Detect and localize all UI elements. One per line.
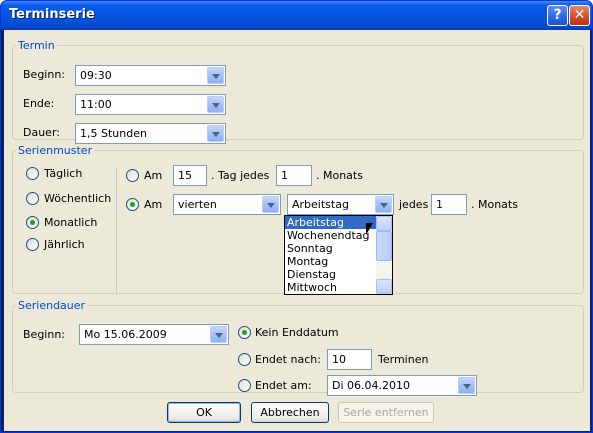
scroll-up-button[interactable] <box>376 216 392 231</box>
close-button[interactable]: ✕ <box>569 5 590 26</box>
woechentlich-label[interactable]: Wöchentlich <box>44 192 111 205</box>
window-title: Terminserie <box>9 7 95 22</box>
endet-nach-input[interactable]: 10 <box>327 349 372 370</box>
dropdown-scrollbar[interactable] <box>376 216 392 294</box>
beginn-label: Beginn: <box>23 68 66 81</box>
remove-series-button[interactable]: Serie entfernen <box>338 402 434 423</box>
seriendauer-group: Seriendauer Beginn: Mo 15.06.2009 Kein E… <box>12 299 584 396</box>
seriendauer-legend: Seriendauer <box>18 299 86 312</box>
months-interval-value-1: 1 <box>281 169 288 182</box>
termin-group: Termin Beginn: 09:30 Ende: 11:00 Dauer: … <box>12 39 584 144</box>
chevron-down-icon[interactable] <box>262 196 279 213</box>
monatlich-label[interactable]: Monatlich <box>44 216 97 229</box>
close-icon: ✕ <box>573 7 586 23</box>
ordinal-combo[interactable]: vierten <box>173 194 281 215</box>
dauer-label: Dauer: <box>23 126 60 139</box>
months-interval-value-2: 1 <box>436 198 443 211</box>
endet-nach-radio[interactable] <box>238 353 251 366</box>
dialog-content: Termin Beginn: 09:30 Ende: 11:00 Dauer: … <box>4 30 590 431</box>
day-of-month-value: 15 <box>178 169 192 182</box>
woechentlich-radio[interactable] <box>26 192 39 205</box>
am-day-radio[interactable] <box>126 169 139 182</box>
question-icon: ? <box>553 7 562 23</box>
dropdown-item[interactable]: Sonntag <box>285 242 377 255</box>
serie-beginn-value: Mo 15.06.2009 <box>84 328 167 341</box>
am-day-label[interactable]: Am <box>144 169 162 182</box>
kein-enddatum-label[interactable]: Kein Enddatum <box>255 326 339 339</box>
mouse-pointer-icon <box>366 223 373 235</box>
cancel-button[interactable]: Abbrechen <box>251 402 329 423</box>
serie-beginn-combo[interactable]: Mo 15.06.2009 <box>79 324 229 345</box>
dauer-value: 1,5 Stunden <box>80 127 147 140</box>
tag-jedes-label: . Tag jedes <box>211 169 270 182</box>
monats-label-2: . Monats <box>471 198 518 211</box>
dropdown-item[interactable]: Montag <box>285 255 377 268</box>
am-weekday-label[interactable]: Am <box>144 198 162 211</box>
endet-am-radio[interactable] <box>238 379 251 392</box>
dropdown-item[interactable]: Arbeitstag <box>285 216 377 229</box>
chevron-down-icon[interactable] <box>375 196 392 213</box>
months-interval-input-1[interactable]: 1 <box>276 165 312 186</box>
ordinal-value: vierten <box>178 198 217 211</box>
am-weekday-radio[interactable] <box>126 198 139 211</box>
monats-label-1: . Monats <box>316 169 363 182</box>
chevron-down-icon[interactable] <box>207 67 224 84</box>
termin-legend: Termin <box>18 39 55 52</box>
pattern-divider <box>116 167 117 295</box>
serie-beginn-label: Beginn: <box>23 328 66 341</box>
dropdown-item[interactable]: Wochenendtag <box>285 229 377 242</box>
title-bar[interactable]: Terminserie ? ✕ <box>1 1 592 30</box>
ende-time-value: 11:00 <box>80 98 112 111</box>
scroll-down-button[interactable] <box>376 279 392 294</box>
dropdown-item[interactable]: Dienstag <box>285 268 377 281</box>
daytype-value: Arbeitstag <box>292 198 349 211</box>
dropdown-item[interactable]: Mittwoch <box>285 281 377 294</box>
scrollbar-thumb[interactable] <box>376 231 392 261</box>
chevron-down-icon[interactable] <box>210 326 227 343</box>
ok-button[interactable]: OK <box>167 402 241 423</box>
endet-am-combo[interactable]: Di 06.04.2010 <box>327 375 477 396</box>
daytype-dropdown-list[interactable]: Arbeitstag Wochenendtag Sonntag Montag D… <box>284 215 393 295</box>
jaehrlich-radio[interactable] <box>26 238 39 251</box>
beginn-time-value: 09:30 <box>80 69 112 82</box>
taeglich-radio[interactable] <box>26 167 39 180</box>
dauer-combo[interactable]: 1,5 Stunden <box>75 123 226 144</box>
jaehrlich-label[interactable]: Jährlich <box>44 238 85 251</box>
chevron-down-icon[interactable] <box>458 377 475 394</box>
endet-nach-value: 10 <box>332 353 346 366</box>
chevron-down-icon[interactable] <box>207 125 224 142</box>
endet-am-label[interactable]: Endet am: <box>255 379 312 392</box>
endet-nach-label[interactable]: Endet nach: <box>255 353 321 366</box>
monatlich-radio[interactable] <box>26 216 39 229</box>
chevron-down-icon[interactable] <box>207 96 224 113</box>
endet-am-value: Di 06.04.2010 <box>332 379 411 392</box>
jedes-label: jedes <box>399 198 429 211</box>
terminen-label: Terminen <box>378 353 429 366</box>
ende-time-combo[interactable]: 11:00 <box>75 94 226 115</box>
day-of-month-input[interactable]: 15 <box>173 165 207 186</box>
taeglich-label[interactable]: Täglich <box>44 167 82 180</box>
kein-enddatum-radio[interactable] <box>238 326 251 339</box>
months-interval-input-2[interactable]: 1 <box>431 194 467 215</box>
ende-label: Ende: <box>23 97 55 110</box>
beginn-time-combo[interactable]: 09:30 <box>75 65 226 86</box>
serienmuster-legend: Serienmuster <box>18 144 93 157</box>
dialog-window: Terminserie ? ✕ Termin Beginn: 09:30 End… <box>0 0 593 433</box>
daytype-combo[interactable]: Arbeitstag <box>287 194 394 215</box>
help-button[interactable]: ? <box>547 5 568 26</box>
